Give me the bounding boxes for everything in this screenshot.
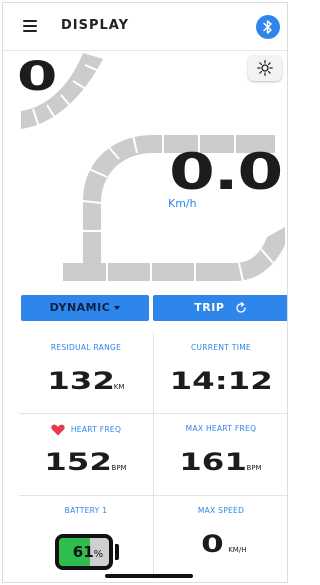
max-heart-freq-label: MAX HEART FREQ [185,424,257,433]
current-time-card: CURRENT TIME 14:12 [153,333,287,417]
stats-grid: RESIDUAL RANGE 132KM CURRENT TIME 14:12 … [19,333,287,582]
page-title: DISPLAY [61,18,130,33]
current-time-label: CURRENT TIME [190,343,252,352]
max-speed-value: 0 [200,530,224,558]
chevron-down-icon [114,306,121,310]
battery-tip [115,544,119,560]
heart-freq-card: HEART FREQ 152BPM [19,413,153,497]
battery-icon: 61% [55,534,119,570]
heart-freq-value: 152 [44,448,113,476]
speed-dashboard: 0 0.0 Km/h [3,51,287,291]
max-speed-card: MAX SPEED 0 KM/H [153,495,287,579]
assist-level-value: 0 [17,54,58,100]
dynamic-mode-label: DYNAMIC [49,301,111,314]
heart-icon [51,424,65,436]
trip-reset-button[interactable]: TRIP [153,295,287,321]
battery-percent-value: 61 [72,543,94,561]
home-indicator[interactable] [105,574,193,578]
max-speed-unit: KM/H [228,546,247,554]
battery-label: BATTERY 1 [64,506,108,515]
max-speed-label: MAX SPEED [197,506,245,515]
speed-value: 0.0 [169,143,283,201]
light-toggle-button[interactable] [248,55,282,81]
heart-freq-unit: BPM [111,464,127,472]
dynamic-mode-dropdown[interactable]: DYNAMIC [21,295,149,321]
heart-freq-header: HEART FREQ [19,424,153,436]
sun-brightness-icon [257,60,273,76]
max-heart-freq-value: 161 [179,448,248,476]
battery-body: 61% [55,534,113,570]
speed-unit: Km/h [168,197,197,210]
bluetooth-icon [263,20,272,34]
residual-range-card: RESIDUAL RANGE 132KM [19,333,153,417]
max-heart-freq-card: MAX HEART FREQ 161BPM [153,413,287,497]
residual-range-value: 132 [46,367,115,395]
heart-freq-label: HEART FREQ [70,425,122,434]
app-screen: DISPLAY 0 0.0 Km/h DYNAMIC TRIP RESIDUAL… [2,2,288,583]
battery-percent-unit: % [93,549,104,560]
refresh-icon [236,302,246,313]
bluetooth-button[interactable] [256,15,280,39]
trip-label: TRIP [194,301,225,314]
max-heart-freq-unit: BPM [246,464,262,472]
residual-range-unit: KM [113,383,125,391]
top-bar: DISPLAY [3,3,287,51]
residual-range-label: RESIDUAL RANGE [50,343,122,352]
current-time-value: 14:12 [169,367,273,395]
hamburger-menu-icon[interactable] [23,20,37,32]
